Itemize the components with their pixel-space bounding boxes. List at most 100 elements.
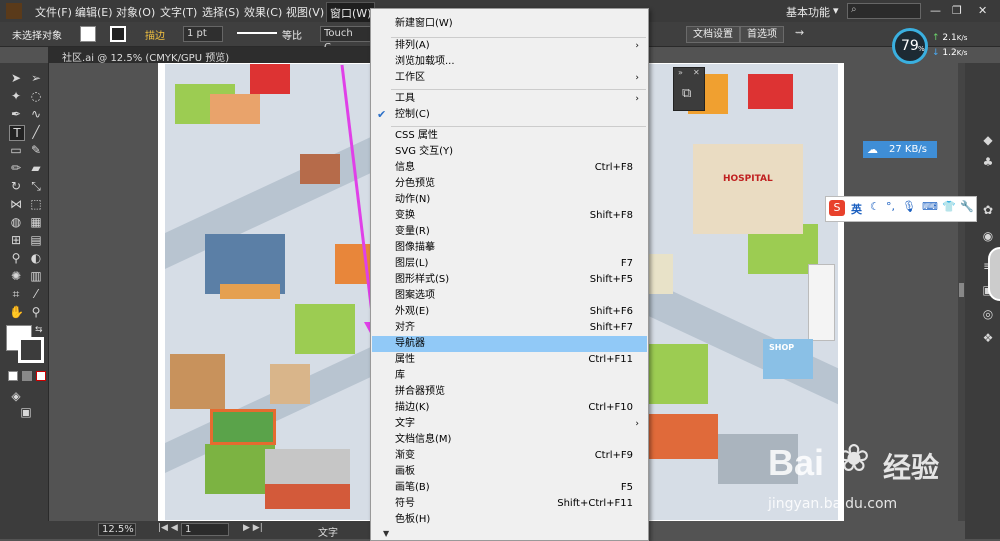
keyboard-icon[interactable]: ⌨: [922, 200, 938, 213]
menu-item-properties[interactable]: 属性 Ctrl+F11: [372, 352, 647, 368]
menu-item-image-trace[interactable]: 图像描摹: [372, 240, 647, 256]
line-tool-icon[interactable]: ╱: [29, 125, 43, 139]
document-tab[interactable]: 社区.ai @ 12.5% (CMYK/GPU 预览): [62, 49, 229, 64]
menu-item-libraries[interactable]: 库: [372, 368, 647, 384]
menu-item-swatches[interactable]: 色板(H): [372, 512, 647, 528]
free-transform-tool-icon[interactable]: ⬚: [29, 197, 43, 211]
menu-item-control[interactable]: ✔ 控制(C): [372, 107, 647, 123]
download-speed-badge[interactable]: ☁ 27 KB/s: [863, 141, 937, 158]
brushes-panel-icon[interactable]: ✿: [981, 203, 995, 217]
symbol-sprayer-tool-icon[interactable]: ✺: [9, 269, 23, 283]
eraser-tool-icon[interactable]: ▰: [29, 161, 43, 175]
paintbrush-tool-icon[interactable]: ✎: [29, 143, 43, 157]
restore-icon[interactable]: ❐: [952, 4, 962, 17]
zoom-field[interactable]: 12.5%: [98, 523, 136, 536]
ime-mode-label[interactable]: 英: [851, 201, 862, 217]
menu-item-css-properties[interactable]: CSS 属性: [372, 128, 647, 144]
menu-item-arrange[interactable]: 排列(A) ›: [372, 38, 647, 54]
menu-object[interactable]: 对象(O): [116, 4, 155, 20]
menu-edit[interactable]: 编辑(E): [75, 4, 113, 20]
arrange-documents-icon[interactable]: ⇝: [795, 26, 804, 39]
workspace-switcher[interactable]: 基本功能: [786, 4, 830, 20]
microphone-icon[interactable]: 🎙: [902, 200, 916, 213]
menu-item-symbols[interactable]: 符号 Shift+Ctrl+F11: [372, 496, 647, 512]
zoom-tool-icon[interactable]: ⚲: [29, 305, 43, 319]
search-help-input[interactable]: ⌕: [847, 3, 921, 19]
slice-tool-icon[interactable]: ⁄: [29, 287, 43, 301]
scale-tool-icon[interactable]: ⤡: [29, 179, 43, 193]
next-artboard-icon[interactable]: ▶ ▶|: [243, 523, 263, 533]
pencil-tool-icon[interactable]: ✏: [9, 161, 23, 175]
color-panel-icon[interactable]: ◆: [981, 133, 995, 147]
menu-item-artboards[interactable]: 画板: [372, 464, 647, 480]
menu-item-navigator[interactable]: 导航器: [372, 336, 647, 352]
stroke-profile-label[interactable]: 等比: [282, 27, 302, 42]
menu-item-new-window[interactable]: 新建窗口(W): [372, 16, 647, 32]
skin-icon[interactable]: 👕: [942, 200, 956, 213]
menu-effect[interactable]: 效果(C): [244, 4, 282, 20]
stroke-color-box[interactable]: [18, 337, 44, 363]
none-mode-button[interactable]: [36, 371, 46, 381]
screen-mode-icon[interactable]: ▣: [19, 405, 33, 419]
direct-selection-tool-icon[interactable]: ➢: [29, 71, 43, 85]
menu-item-type[interactable]: 文字 ›: [372, 416, 647, 432]
document-setup-button[interactable]: 文档设置: [686, 26, 740, 43]
draw-mode-icon[interactable]: ◈: [9, 389, 23, 403]
artboard-tool-icon[interactable]: ⌗: [9, 287, 23, 301]
rectangle-tool-icon[interactable]: ▭: [9, 143, 23, 157]
menu-window[interactable]: 窗口(W): [326, 2, 376, 24]
punctuation-icon[interactable]: °,: [886, 200, 895, 213]
moon-icon[interactable]: ☾: [870, 200, 880, 213]
menu-file[interactable]: 文件(F): [35, 4, 72, 20]
rotate-tool-icon[interactable]: ↻: [9, 179, 23, 193]
menu-item-graphic-styles[interactable]: 图形样式(S) Shift+F5: [372, 272, 647, 288]
menu-item-transform[interactable]: 变换 Shift+F8: [372, 208, 647, 224]
swatches-panel-icon[interactable]: ♣: [981, 155, 995, 169]
artboard-number-field[interactable]: 1: [181, 523, 229, 536]
fill-swatch[interactable]: [80, 26, 96, 42]
artboards-panel-icon[interactable]: ⧉: [682, 86, 691, 101]
blend-tool-icon[interactable]: ◐: [29, 251, 43, 265]
panel-collapse-icon[interactable]: »: [678, 68, 683, 77]
stroke-label[interactable]: 描边: [145, 27, 165, 42]
symbols-panel-icon[interactable]: ◉: [981, 229, 995, 243]
hand-tool-icon[interactable]: ✋: [9, 305, 24, 319]
eyedropper-tool-icon[interactable]: ⚲: [9, 251, 23, 265]
menu-item-flattener-preview[interactable]: 拼合器预览: [372, 384, 647, 400]
menu-item-browse-addons[interactable]: 浏览加载项...: [372, 54, 647, 70]
wrench-icon[interactable]: 🔧: [960, 200, 974, 213]
menu-item-tools[interactable]: 工具 ›: [372, 91, 647, 107]
menu-item-layers[interactable]: 图层(L) F7: [372, 256, 647, 272]
mesh-tool-icon[interactable]: ⊞: [9, 233, 23, 247]
perspective-grid-tool-icon[interactable]: ▦: [29, 215, 43, 229]
panel-close-icon[interactable]: ✕: [693, 68, 700, 77]
pen-tool-icon[interactable]: ✒: [9, 107, 23, 121]
menu-view[interactable]: 视图(V): [286, 4, 324, 20]
menu-item-stroke[interactable]: 描边(K) Ctrl+F10: [372, 400, 647, 416]
first-artboard-icon[interactable]: |◀ ◀: [158, 523, 178, 533]
menu-item-info[interactable]: 信息 Ctrl+F8: [372, 160, 647, 176]
menu-item-brushes[interactable]: 画笔(B) F5: [372, 480, 647, 496]
stroke-swatch[interactable]: [110, 26, 126, 42]
menu-select[interactable]: 选择(S): [202, 4, 240, 20]
column-graph-tool-icon[interactable]: ▥: [29, 269, 43, 283]
gradient-mode-button[interactable]: [22, 371, 32, 381]
brush-select[interactable]: Touch C...: [320, 26, 374, 53]
menu-item-workspace[interactable]: 工作区 ›: [372, 70, 647, 86]
menu-item-separations-preview[interactable]: 分色预览: [372, 176, 647, 192]
menu-item-actions[interactable]: 动作(N): [372, 192, 647, 208]
swap-colors-icon[interactable]: ⇆: [35, 325, 43, 335]
selection-tool-icon[interactable]: ➤: [9, 71, 23, 85]
shape-builder-tool-icon[interactable]: ◍: [9, 215, 23, 229]
magic-wand-tool-icon[interactable]: ✦: [9, 89, 23, 103]
preferences-button[interactable]: 首选项: [740, 26, 784, 43]
stroke-weight-field[interactable]: 1 pt: [183, 26, 223, 42]
menu-item-appearance[interactable]: 外观(E) Shift+F6: [372, 304, 647, 320]
menu-item-svg-interactivity[interactable]: SVG 交互(Y): [372, 144, 647, 160]
gradient-tool-icon[interactable]: ▤: [29, 233, 43, 247]
width-tool-icon[interactable]: ⋈: [9, 197, 23, 211]
transparency-panel-icon[interactable]: ◎: [981, 307, 995, 321]
scrollbar-thumb[interactable]: [959, 283, 964, 297]
type-tool-icon[interactable]: T: [9, 125, 25, 141]
menu-item-gradient[interactable]: 渐变 Ctrl+F9: [372, 448, 647, 464]
